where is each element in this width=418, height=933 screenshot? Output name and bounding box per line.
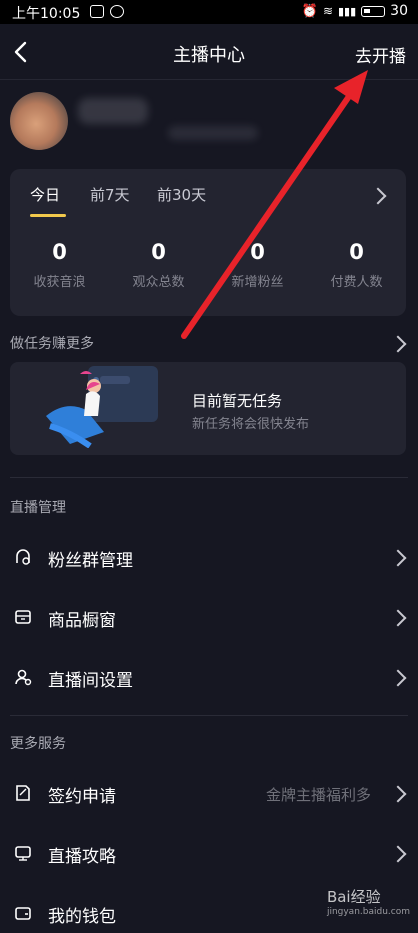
menu-item-label: 商品橱窗 xyxy=(48,611,116,631)
menu-item-fan-group[interactable]: 粉丝群管理 xyxy=(0,537,418,577)
more-services-heading: 更多服务 xyxy=(10,736,66,752)
status-time: 上午10:05 xyxy=(12,6,81,22)
watermark-url: jingyan.baidu.com xyxy=(326,907,410,917)
tab-7-days[interactable]: 前7天 xyxy=(90,184,130,205)
signal-icon: ▮▮▮ xyxy=(338,4,357,18)
active-tab-indicator xyxy=(30,214,66,217)
guide-icon xyxy=(15,846,31,861)
stat-sound-waves-label: 收获音浪 xyxy=(33,275,86,290)
fan-group-icon xyxy=(16,549,30,565)
battery-icon xyxy=(361,5,386,17)
room-settings-icon xyxy=(15,669,32,686)
battery-level: 30 xyxy=(390,3,408,19)
tab-today[interactable]: 今日 xyxy=(30,184,60,205)
watermark-text: Bai经验 xyxy=(326,888,381,906)
no-task-title: 目前暂无任务 xyxy=(192,392,283,410)
tasks-heading: 做任务赚更多 xyxy=(10,336,94,352)
top-nav: 主播中心 去开播 xyxy=(0,24,418,80)
chevron-right-icon xyxy=(389,669,407,687)
menu-item-label: 直播攻略 xyxy=(48,847,116,867)
tab-30-days[interactable]: 前30天 xyxy=(157,184,206,205)
shop-window-icon xyxy=(15,610,31,624)
menu-item-label: 我的钱包 xyxy=(48,907,116,927)
dnd-icon xyxy=(110,5,124,18)
stat-payers-label: 付费人数 xyxy=(330,275,383,290)
weibo-icon xyxy=(90,5,104,18)
wifi-icon: ≋ xyxy=(322,4,333,18)
menu-item-label: 粉丝群管理 xyxy=(48,551,133,571)
menu-item-label: 直播间设置 xyxy=(48,671,133,691)
section-divider xyxy=(10,715,408,716)
status-right: ⏰ ≋ ▮▮▮ 30 xyxy=(302,3,408,19)
contract-icon xyxy=(16,785,30,801)
menu-item-room-settings[interactable]: 直播间设置 xyxy=(0,657,418,697)
stat-new-fans-label: 新增粉丝 xyxy=(231,275,284,290)
alarm-icon: ⏰ xyxy=(301,3,318,19)
avatar[interactable] xyxy=(10,92,68,150)
menu-item-label: 签约申请 xyxy=(48,787,116,807)
chevron-right-icon xyxy=(389,845,407,863)
chevron-right-icon xyxy=(389,549,407,567)
stat-audience-label: 观众总数 xyxy=(132,275,185,290)
blurred-username xyxy=(78,98,148,124)
chevron-right-icon xyxy=(389,609,407,627)
stat-new-fans-value: 0 xyxy=(250,240,265,264)
empty-task-illustration-icon xyxy=(46,366,158,448)
status-bar: 上午10:05 ⏰ ≋ ▮▮▮ 30 xyxy=(0,0,418,24)
go-live-button[interactable]: 去开播 xyxy=(355,42,406,67)
baidu-jingyan-watermark: Bai经验 jingyan.baidu.com xyxy=(327,886,410,917)
blurred-user-info xyxy=(168,126,258,140)
menu-item-shop-window[interactable]: 商品橱窗 xyxy=(0,597,418,637)
chevron-right-icon xyxy=(389,785,407,803)
menu-item-live-guide[interactable]: 直播攻略 xyxy=(0,833,418,873)
contract-hint: 金牌主播福利多 xyxy=(266,786,372,804)
stat-payers-value: 0 xyxy=(349,240,364,264)
nav-divider xyxy=(0,79,418,80)
no-task-subtitle: 新任务将会很快发布 xyxy=(192,417,310,432)
tasks-more-chevron-icon[interactable] xyxy=(389,335,407,353)
menu-item-contract[interactable]: 签约申请 金牌主播福利多 xyxy=(0,773,418,813)
stat-audience-value: 0 xyxy=(151,240,166,264)
wallet-icon xyxy=(15,907,31,920)
live-management-heading: 直播管理 xyxy=(10,500,66,516)
section-divider xyxy=(10,477,408,478)
stat-sound-waves-value: 0 xyxy=(52,240,67,264)
